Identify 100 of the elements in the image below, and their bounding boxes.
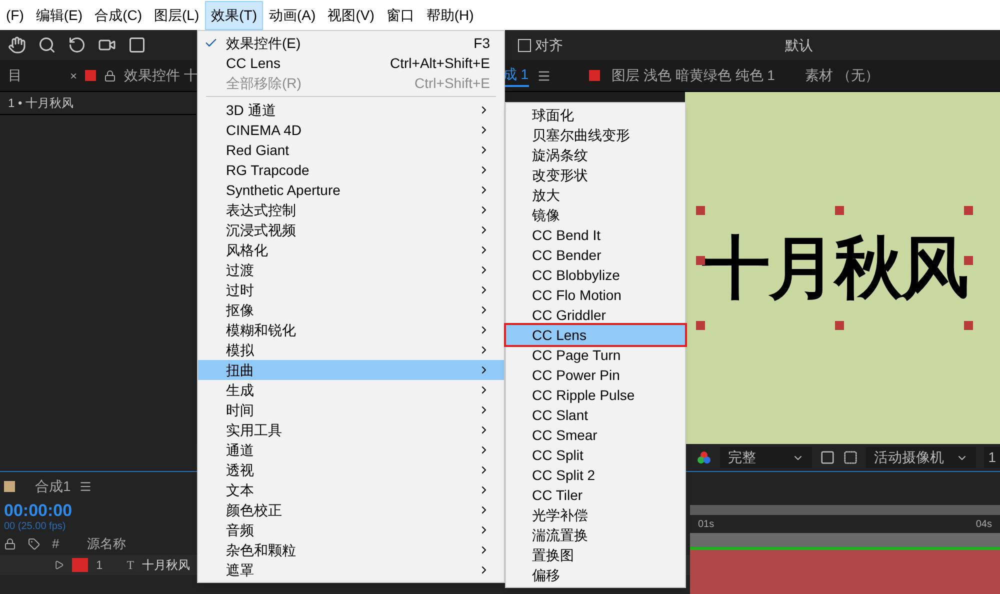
transform-handle[interactable] <box>964 206 974 215</box>
zoom-tool-icon[interactable] <box>38 36 56 54</box>
menu-item[interactable]: CC Tiler <box>506 485 685 505</box>
menu-item[interactable]: CC Griddler <box>506 305 685 325</box>
region-icon[interactable] <box>820 450 836 465</box>
panel-tab[interactable]: 效果控件 十 <box>124 65 198 86</box>
submenu-item[interactable]: 时间 <box>198 400 504 420</box>
menu-item[interactable]: 旋涡条纹 <box>506 145 685 165</box>
menu-bar-item[interactable]: 编辑(E) <box>30 0 89 30</box>
submenu-item[interactable]: 扭曲 <box>198 360 504 380</box>
frame-rate: 00 (25.00 fps) <box>3 521 67 533</box>
panel-tab[interactable]: 素材 （无） <box>804 65 879 86</box>
hand-tool-icon[interactable] <box>8 36 26 54</box>
submenu-item[interactable]: 3D 通道 <box>198 100 504 120</box>
transform-handle[interactable] <box>696 206 705 215</box>
menu-item[interactable]: CC Power Pin <box>506 365 685 385</box>
menu-item[interactable]: CC Lens <box>506 325 685 345</box>
menu-item[interactable]: CC Page Turn <box>506 345 685 365</box>
submenu-item[interactable]: 模糊和锐化 <box>198 320 504 340</box>
transform-handle[interactable] <box>964 321 974 330</box>
menu-item[interactable]: 贝塞尔曲线变形 <box>506 125 685 145</box>
lock-icon[interactable] <box>104 70 116 82</box>
submenu-item[interactable]: 音频 <box>198 520 504 540</box>
close-icon[interactable]: × <box>70 66 78 84</box>
menu-bar-item[interactable]: 视图(V) <box>322 0 380 30</box>
text-layer-icon: T <box>126 556 134 574</box>
label-icon[interactable] <box>28 538 40 550</box>
menu-item[interactable]: CC Slant <box>506 405 685 425</box>
menu-item[interactable]: 偏移 <box>506 565 685 585</box>
submenu-item[interactable]: 沉浸式视频 <box>198 220 504 240</box>
menu-item[interactable]: CC Blobbylize <box>506 265 685 285</box>
submenu-item[interactable]: 文本 <box>198 480 504 500</box>
camera-dropdown[interactable]: 活动摄像机 <box>866 447 976 468</box>
label-swatch-icon <box>588 70 600 81</box>
layer-name: 十月秋风 <box>142 557 190 574</box>
menu-item[interactable]: CC Split 2 <box>506 465 685 485</box>
menu-item[interactable]: 球面化 <box>506 105 685 125</box>
menu-item[interactable]: 改变形状 <box>506 165 685 185</box>
view-dropdown[interactable]: 1 <box>984 447 1000 468</box>
submenu-item[interactable]: 过时 <box>198 280 504 300</box>
panel-tab[interactable]: 图层 浅色 暗黄绿色 纯色 1 <box>612 65 775 86</box>
submenu-item[interactable]: 通道 <box>198 440 504 460</box>
menu-item[interactable]: CC Flo Motion <box>506 285 685 305</box>
menu-item[interactable]: 湍流置换 <box>506 525 685 545</box>
transform-handle[interactable] <box>696 321 705 330</box>
submenu-item[interactable]: RG Trapcode <box>198 160 504 180</box>
snap-label: 对齐 <box>535 36 563 54</box>
menu-item[interactable]: 效果控件(E) F3 <box>198 33 504 53</box>
expand-icon[interactable] <box>54 560 64 570</box>
submenu-item[interactable]: 透视 <box>198 460 504 480</box>
lock-icon[interactable] <box>4 538 16 550</box>
menu-item[interactable]: CC Bend It <box>506 225 685 245</box>
label-swatch-icon <box>85 70 96 81</box>
menu-bar-item[interactable]: 窗口 <box>380 0 420 30</box>
menu-bar-item[interactable]: 动画(A) <box>263 0 322 30</box>
layer-number: 1 <box>96 557 103 574</box>
shape-tool-icon[interactable] <box>128 36 146 54</box>
resolution-dropdown[interactable]: 完整 <box>720 447 812 468</box>
menu-bar-item[interactable]: 图层(L) <box>148 0 206 30</box>
menu-item[interactable]: CC Split <box>506 445 685 465</box>
submenu-item[interactable]: 实用工具 <box>198 420 504 440</box>
menu-item[interactable]: 置换图 <box>506 545 685 565</box>
label-swatch-icon <box>72 558 88 572</box>
menu-bar-item[interactable]: 合成(C) <box>88 0 148 30</box>
panel-menu-icon[interactable] <box>536 68 551 82</box>
panel-tab[interactable]: 目 <box>0 65 30 86</box>
timeline-tab[interactable]: 合成1 <box>35 476 71 497</box>
submenu-item[interactable]: Red Giant <box>198 140 504 160</box>
transparency-grid-icon[interactable] <box>843 450 858 465</box>
menu-item[interactable]: CC Smear <box>506 425 685 445</box>
submenu-item[interactable]: 杂色和颗粒 <box>198 540 504 560</box>
menu-item[interactable]: CC Bender <box>506 245 685 265</box>
submenu-item[interactable]: CINEMA 4D <box>198 120 504 140</box>
menu-item[interactable]: 镜像 <box>506 205 685 225</box>
snap-checkbox[interactable] <box>518 38 531 52</box>
transform-handle[interactable] <box>834 321 844 330</box>
menu-item[interactable]: CC Ripple Pulse <box>506 385 685 405</box>
label-swatch-icon <box>4 481 15 492</box>
panel-menu-icon[interactable] <box>78 480 92 493</box>
submenu-item[interactable]: 颜色校正 <box>198 500 504 520</box>
submenu-item[interactable]: 模拟 <box>198 340 504 360</box>
menu-bar-item[interactable]: (F) <box>0 0 30 30</box>
menu-bar-item[interactable]: 帮助(H) <box>420 0 480 30</box>
menu-bar-item[interactable]: 效果(T) <box>205 0 264 30</box>
menu-item[interactable]: CC Lens Ctrl+Alt+Shift+E <box>198 53 504 73</box>
submenu-item[interactable]: 表达式控制 <box>198 200 504 220</box>
submenu-item[interactable]: Synthetic Aperture <box>198 180 504 200</box>
ruler-label: 01s <box>698 518 714 532</box>
rotate-tool-icon[interactable] <box>68 36 86 54</box>
column-header: 源名称 <box>87 535 126 554</box>
submenu-item[interactable]: 遮罩 <box>198 560 504 580</box>
workspace-label[interactable]: 默认 <box>785 34 813 56</box>
color-channels-icon[interactable] <box>696 450 712 466</box>
menu-item[interactable]: 放大 <box>506 185 685 205</box>
transform-handle[interactable] <box>834 206 844 215</box>
submenu-item[interactable]: 风格化 <box>198 240 504 260</box>
submenu-item[interactable]: 生成 <box>198 380 504 400</box>
submenu-item[interactable]: 过渡 <box>198 260 504 280</box>
submenu-item[interactable]: 抠像 <box>198 300 504 320</box>
menu-item[interactable]: 光学补偿 <box>506 505 685 525</box>
